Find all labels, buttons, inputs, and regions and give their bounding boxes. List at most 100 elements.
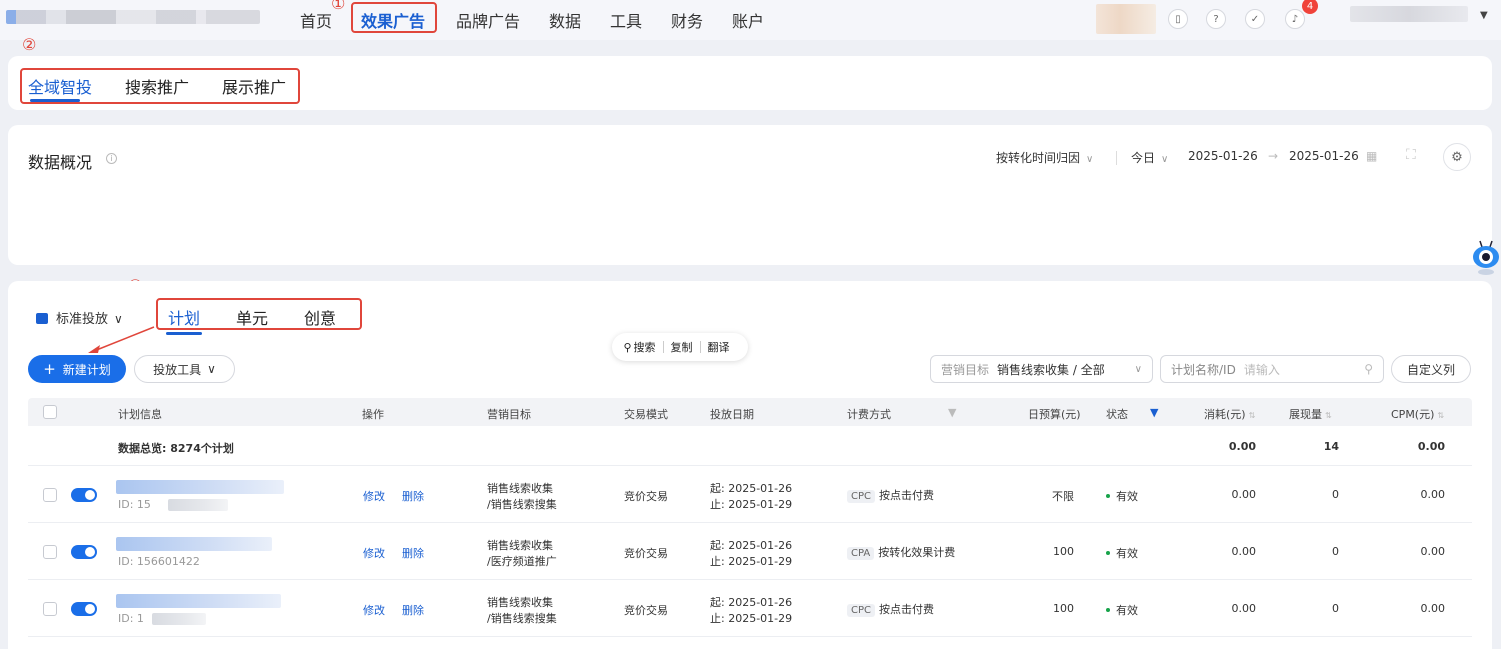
table-row: ID: 15 修改 删除 销售线索收集 /销售线索搜集 竞价交易 起: 2025… [28, 466, 1472, 523]
custom-columns-button[interactable]: 自定义列 [1391, 355, 1471, 383]
row-checkbox[interactable] [43, 602, 57, 616]
help-icon[interactable]: ? [1206, 9, 1226, 29]
col-cost: 消耗(元) ⇅ [1204, 408, 1256, 421]
edit-link[interactable]: 修改 [363, 488, 385, 504]
status: 有效 [1106, 602, 1138, 618]
delete-link[interactable]: 删除 [402, 545, 424, 561]
divider [1116, 151, 1117, 165]
row-toggle[interactable] [71, 602, 97, 616]
trade-mode: 竞价交易 [624, 604, 668, 617]
status-dot [1106, 608, 1110, 612]
delete-link[interactable]: 删除 [402, 488, 424, 504]
nav-data[interactable]: 数据 [549, 8, 581, 32]
edit-link[interactable]: 修改 [363, 602, 385, 618]
copy-button[interactable]: 复制 [664, 339, 700, 355]
status: 有效 [1106, 488, 1138, 504]
row-checkbox[interactable] [43, 545, 57, 559]
status-dot [1106, 494, 1110, 498]
table-row: ID: 156601422 修改 删除 销售线索收集 /医疗频道推广 竞价交易 … [28, 523, 1472, 580]
filter-active-icon[interactable]: ▼ [1150, 406, 1158, 419]
nav-finance[interactable]: 财务 [671, 8, 703, 32]
daily-budget[interactable]: 不限 [1028, 488, 1074, 504]
edit-link[interactable]: 修改 [363, 545, 385, 561]
delivery-tools-button[interactable]: 投放工具 ∨ [134, 355, 235, 383]
row-toggle[interactable] [71, 488, 97, 502]
gear-icon[interactable]: ⚙ [1443, 143, 1471, 171]
goal-line2: /医疗频道推广 [487, 555, 557, 568]
daily-budget[interactable]: 100 [1028, 545, 1074, 558]
sort-icon[interactable]: ⇅ [1437, 411, 1444, 420]
goal-line2: /销售线索搜集 [487, 498, 557, 511]
fullscreen-icon[interactable]: ⛶ [1406, 147, 1416, 163]
delete-link[interactable]: 删除 [402, 602, 424, 618]
row-checkbox[interactable] [43, 488, 57, 502]
col-trade-mode: 交易模式 [624, 408, 668, 421]
goal-line1: 销售线索收集 [487, 539, 553, 552]
plan-name[interactable] [116, 537, 272, 551]
chevron-down-icon: ∨ [1134, 363, 1142, 375]
plan-id-blur [168, 499, 228, 511]
info-icon[interactable]: i [106, 153, 117, 164]
text-selection-toolbar: ⚲ 搜索 复制 翻译 [612, 333, 748, 361]
search-icon: ⚲ [1364, 362, 1373, 376]
marketing-goal-select[interactable]: 营销目标 销售线索收集 / 全部 ∨ [930, 355, 1153, 383]
assistant-robot-icon[interactable] [1471, 239, 1501, 277]
summary-cpm: 0.00 [1417, 440, 1445, 453]
attribution-select[interactable]: 按转化时间归因 ∨ [996, 149, 1093, 166]
annotation-2: ② [22, 35, 37, 54]
chevron-down-icon: ∨ [207, 362, 216, 376]
billing: CPC 按点击付费 [847, 487, 934, 503]
filter-icon[interactable]: ▼ [948, 406, 956, 419]
nav-brand-ads[interactable]: 品牌广告 [456, 8, 520, 32]
plan-name-search[interactable]: 计划名称/ID 请输入 ⚲ [1160, 355, 1384, 383]
end-date: 止: 2025-01-29 [710, 555, 793, 568]
mobile-icon[interactable]: ▯ [1168, 9, 1188, 29]
impressions: 0 [1332, 602, 1339, 615]
account-dropdown-icon[interactable]: ▼ [1480, 10, 1488, 21]
calendar-icon[interactable]: ▦ [1366, 149, 1377, 163]
cost: 0.00 [1231, 545, 1257, 558]
sort-icon[interactable]: ⇅ [1249, 411, 1256, 420]
nav-home[interactable]: 首页 [300, 8, 332, 32]
start-date: 起: 2025-01-26 [710, 596, 793, 609]
user-account[interactable] [1350, 6, 1468, 22]
search-button[interactable]: 搜索 [634, 339, 663, 355]
cpm: 0.00 [1420, 488, 1446, 501]
col-status: 状态 [1106, 408, 1128, 421]
plan-name[interactable] [116, 594, 281, 608]
col-impressions: 展现量 ⇅ [1289, 408, 1332, 421]
summary-cost: 0.00 [1228, 440, 1256, 453]
impressions: 0 [1332, 488, 1339, 501]
cost: 0.00 [1231, 602, 1257, 615]
start-date[interactable]: 2025-01-26 [1188, 149, 1258, 163]
task-icon[interactable]: ✓ [1245, 9, 1265, 29]
status-dot [1106, 551, 1110, 555]
plan-list-panel: 标准投放 ∨ 计划 单元 创意 + 新建计划 投放工具 ∨ ⚲ 搜索 复制 翻译 营销… [8, 281, 1492, 649]
nav-tools[interactable]: 工具 [610, 8, 642, 32]
goal-line1: 销售线索收集 [487, 482, 553, 495]
top-bar: 首页 效果广告 品牌广告 数据 工具 财务 账户 ① ▯ ? ✓ ♪ 4 ▼ [0, 0, 1501, 40]
active-level-indicator [166, 332, 202, 335]
nav-account[interactable]: 账户 [732, 8, 764, 32]
daily-budget[interactable]: 100 [1028, 602, 1074, 615]
status: 有效 [1106, 545, 1138, 561]
sort-icon[interactable]: ⇅ [1325, 411, 1332, 420]
billing: CPA 按转化效果计费 [847, 544, 955, 560]
trade-mode: 竞价交易 [624, 547, 668, 560]
cpm: 0.00 [1420, 602, 1446, 615]
select-all-checkbox[interactable] [43, 405, 57, 419]
annotation-arrow [88, 326, 155, 353]
col-goal: 营销目标 [487, 408, 531, 421]
product-tabs: 全域智投 搜索推广 展示推广 [8, 56, 1492, 110]
row-toggle[interactable] [71, 545, 97, 559]
arrow-right-icon: → [1268, 149, 1279, 163]
end-date: 止: 2025-01-29 [710, 498, 793, 511]
end-date: 止: 2025-01-29 [710, 612, 793, 625]
new-plan-button[interactable]: + 新建计划 [28, 355, 126, 383]
period-select[interactable]: 今日 ∨ [1131, 149, 1168, 166]
translate-button[interactable]: 翻译 [701, 339, 737, 355]
bell-icon[interactable]: ♪ [1285, 9, 1305, 29]
end-date[interactable]: 2025-01-26 [1289, 149, 1359, 163]
plan-name[interactable] [116, 480, 284, 494]
logo [6, 10, 260, 24]
